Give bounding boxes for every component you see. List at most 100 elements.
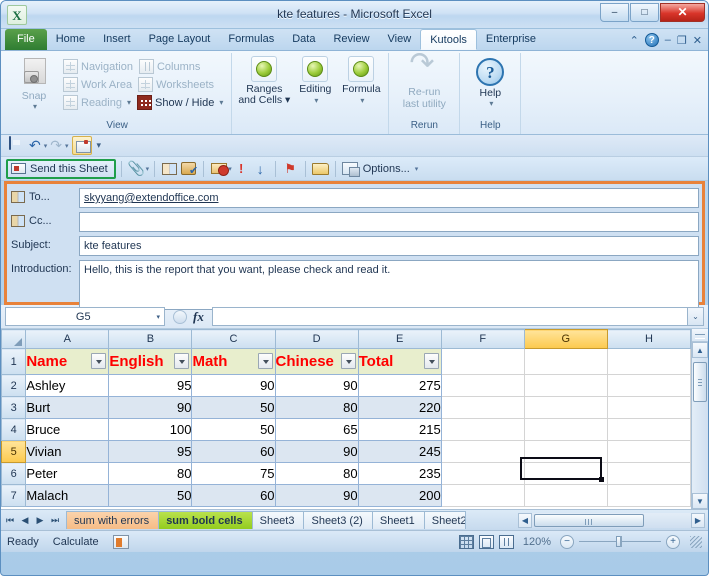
sheet-tab-sheet1[interactable]: Sheet1 <box>371 511 425 529</box>
row-header-1[interactable]: 1 <box>1 348 27 375</box>
cc-label-group[interactable]: Cc... <box>11 212 79 227</box>
cell-h4[interactable] <box>606 418 691 441</box>
cell-c7[interactable]: 60 <box>191 484 276 507</box>
scroll-right-icon[interactable]: ▶ <box>691 512 705 528</box>
row-header-7[interactable]: 7 <box>1 484 27 507</box>
tab-home[interactable]: Home <box>47 29 94 50</box>
cell-e7[interactable]: 200 <box>357 484 442 507</box>
check-names-icon[interactable] <box>179 160 198 178</box>
cell-b4[interactable]: 100 <box>108 418 193 441</box>
open-folder-icon[interactable] <box>311 160 330 178</box>
name-box[interactable]: G5 ▾ <box>5 307 165 326</box>
normal-view-icon[interactable] <box>458 534 474 549</box>
name-box-caret-icon[interactable]: ▾ <box>156 313 160 321</box>
first-sheet-icon[interactable]: ⏮ <box>3 515 17 526</box>
cell-c5[interactable]: 60 <box>191 440 276 463</box>
formula-button[interactable]: Formula ▾ <box>338 56 384 106</box>
workbook-close-icon[interactable]: ✕ <box>693 34 702 47</box>
options-icon[interactable] <box>341 160 361 178</box>
column-header-e[interactable]: E <box>357 329 442 349</box>
cell-c2[interactable]: 90 <box>191 374 276 397</box>
cell-f3[interactable] <box>440 396 525 419</box>
subject-input[interactable]: kte features <box>79 236 699 256</box>
resize-grip[interactable] <box>690 535 702 548</box>
tab-enterprise[interactable]: Enterprise <box>477 29 545 50</box>
editing-caret-icon[interactable]: ▾ <box>314 95 318 106</box>
cell-b3[interactable]: 90 <box>108 396 193 419</box>
collapse-ribbon-icon[interactable]: ⌃ <box>630 34 639 47</box>
cell-f5[interactable] <box>440 440 525 463</box>
cancel-enter-icon[interactable] <box>173 309 187 324</box>
to-input[interactable]: skyyang@extendoffice.com <box>79 188 699 208</box>
page-break-view-icon[interactable] <box>498 534 514 549</box>
cell-g7[interactable] <box>523 484 608 507</box>
cell-d6[interactable]: 80 <box>274 462 359 485</box>
next-sheet-icon[interactable]: ▶ <box>33 515 47 526</box>
reading-command[interactable]: Reading ▾ <box>61 94 135 111</box>
column-header-b[interactable]: B <box>108 329 193 349</box>
cell-c3[interactable]: 50 <box>191 396 276 419</box>
cell-g3[interactable] <box>523 396 608 419</box>
zoom-out-button[interactable]: − <box>560 534 574 549</box>
undo-caret-icon[interactable]: ▾ <box>44 142 48 150</box>
mail-icon[interactable] <box>71 136 92 155</box>
help-caret-icon[interactable]: ▾ <box>489 99 493 108</box>
page-layout-view-icon[interactable] <box>478 534 494 549</box>
help-button[interactable]: ? Help ▾ <box>464 56 516 108</box>
cell-d3[interactable]: 80 <box>274 396 359 419</box>
cell-a3[interactable]: Burt <box>25 396 110 419</box>
worksheets-command[interactable]: Worksheets <box>136 76 218 93</box>
maximize-button[interactable]: □ <box>630 3 659 22</box>
sheet-tab-sheet3-2[interactable]: Sheet3 (2) <box>303 511 373 529</box>
row-header-6[interactable]: 6 <box>1 462 27 485</box>
cell-c4[interactable]: 50 <box>191 418 276 441</box>
cell-g1[interactable] <box>523 348 608 375</box>
rerun-last-utility-button[interactable]: Re-run last utility <box>393 49 455 110</box>
message-options-icon[interactable] <box>209 160 229 178</box>
cell-g6[interactable] <box>523 462 608 485</box>
cell-e5[interactable]: 245 <box>357 440 442 463</box>
cell-e6[interactable]: 235 <box>357 462 442 485</box>
cell-b7[interactable]: 50 <box>108 484 193 507</box>
column-header-c[interactable]: C <box>191 329 276 349</box>
zoom-in-button[interactable]: + <box>666 534 680 549</box>
reading-caret-icon[interactable]: ▾ <box>127 98 131 107</box>
row-header-5[interactable]: 5 <box>1 440 27 463</box>
last-sheet-icon[interactable]: ⏭ <box>48 515 62 526</box>
work-area-command[interactable]: Work Area <box>61 76 136 93</box>
snap-caret-icon[interactable]: ▾ <box>33 102 37 111</box>
cc-input[interactable] <box>79 212 699 232</box>
tab-file[interactable]: File <box>5 29 47 50</box>
vertical-scroll-thumb[interactable] <box>693 362 707 402</box>
cell-h7[interactable] <box>606 484 691 507</box>
low-importance-icon[interactable]: ↓ <box>251 160 270 178</box>
workbook-restore-icon[interactable]: ❐ <box>677 34 687 47</box>
record-macro-icon[interactable] <box>112 534 129 549</box>
formula-caret-icon[interactable]: ▾ <box>360 95 364 106</box>
cell-d7[interactable]: 90 <box>274 484 359 507</box>
address-book-icon[interactable] <box>11 215 25 227</box>
cell-c1[interactable]: Math <box>191 348 276 375</box>
expand-formula-bar-icon[interactable]: ⌄ <box>688 307 704 326</box>
snap-button[interactable]: Snap ▾ <box>7 56 61 111</box>
columns-command[interactable]: Columns <box>137 58 204 75</box>
high-importance-icon[interactable]: ! <box>232 160 251 178</box>
redo-icon[interactable]: ↷ <box>50 137 62 154</box>
cell-c6[interactable]: 75 <box>191 462 276 485</box>
address-book-icon[interactable] <box>160 160 179 178</box>
cell-h1[interactable] <box>606 348 691 375</box>
cell-d1[interactable]: Chinese <box>274 348 359 375</box>
cell-f4[interactable] <box>440 418 525 441</box>
cell-h5[interactable] <box>606 440 691 463</box>
undo-icon[interactable]: ↶ <box>29 137 41 154</box>
tab-review[interactable]: Review <box>324 29 378 50</box>
formula-input[interactable] <box>211 307 688 326</box>
cell-a7[interactable]: Malach <box>25 484 110 507</box>
row-header-3[interactable]: 3 <box>1 396 27 419</box>
sheet-tab-sum-bold-cells[interactable]: sum bold cells <box>158 511 253 529</box>
cell-a1[interactable]: Name <box>25 348 110 375</box>
navigation-command[interactable]: Navigation <box>61 58 137 75</box>
cell-h3[interactable] <box>606 396 691 419</box>
cell-h6[interactable] <box>606 462 691 485</box>
sheet-tab-sheet2[interactable]: Sheet2 <box>423 511 466 529</box>
